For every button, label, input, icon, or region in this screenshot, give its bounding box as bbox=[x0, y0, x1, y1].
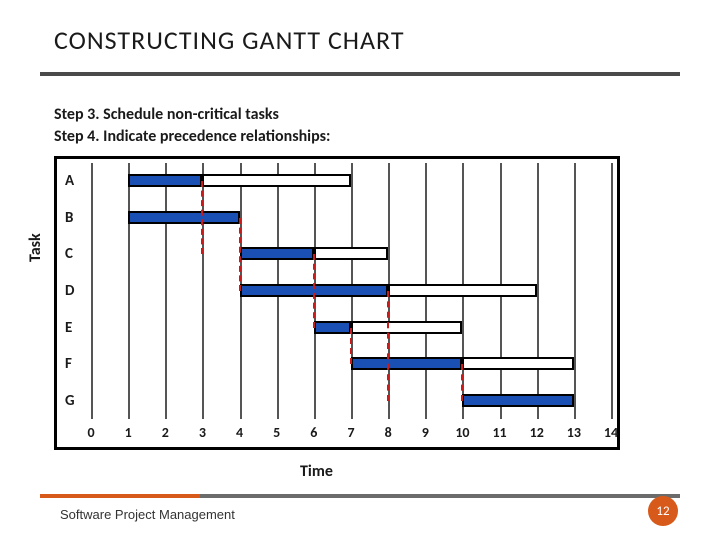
x-tick: 5 bbox=[273, 424, 280, 441]
bar-critical bbox=[240, 247, 314, 260]
gantt-chart: 01234567891011121314ABCDEFG bbox=[54, 156, 620, 450]
x-tick: 7 bbox=[347, 424, 354, 441]
footer-course: Software Project Management bbox=[60, 507, 235, 522]
x-tick: 2 bbox=[162, 424, 169, 441]
task-label: G bbox=[65, 392, 75, 410]
x-tick: 3 bbox=[199, 424, 206, 441]
step-4: Step 4. Indicate precedence relationship… bbox=[54, 126, 330, 148]
gridline bbox=[537, 163, 539, 419]
dependency-line bbox=[461, 364, 463, 401]
task-label: F bbox=[65, 355, 72, 373]
bar-critical bbox=[462, 394, 573, 407]
x-tick: 4 bbox=[236, 424, 243, 441]
bar-slack bbox=[314, 247, 388, 260]
task-label: D bbox=[65, 282, 74, 300]
dependency-line bbox=[387, 291, 389, 401]
dependency-line bbox=[313, 254, 315, 327]
title-divider bbox=[40, 72, 680, 76]
page-title: CONSTRUCTING GANTT CHART bbox=[54, 24, 405, 56]
x-tick: 10 bbox=[455, 424, 469, 441]
bar-slack bbox=[202, 174, 351, 187]
x-tick: 13 bbox=[567, 424, 581, 441]
x-tick: 11 bbox=[492, 424, 506, 441]
bar-slack bbox=[351, 321, 462, 334]
x-tick: 0 bbox=[87, 424, 94, 441]
x-tick: 6 bbox=[310, 424, 317, 441]
y-axis-label: Task bbox=[26, 233, 45, 262]
dependency-line bbox=[350, 328, 352, 365]
x-axis-label: Time bbox=[300, 462, 333, 481]
bar-critical bbox=[128, 174, 202, 187]
x-tick: 14 bbox=[604, 424, 618, 441]
bar-critical bbox=[314, 321, 351, 334]
x-tick: 12 bbox=[530, 424, 544, 441]
gridline bbox=[91, 163, 93, 419]
x-tick: 8 bbox=[385, 424, 392, 441]
bar-slack bbox=[462, 357, 573, 370]
x-tick: 1 bbox=[125, 424, 132, 441]
bar-critical bbox=[128, 211, 239, 224]
dependency-line bbox=[201, 181, 203, 254]
gridline bbox=[611, 163, 613, 419]
task-label: B bbox=[65, 209, 73, 227]
gridline bbox=[165, 163, 167, 419]
task-label: E bbox=[65, 319, 72, 337]
bar-slack bbox=[388, 284, 537, 297]
task-label: C bbox=[65, 245, 73, 263]
gridline bbox=[574, 163, 576, 419]
page-number-badge: 12 bbox=[648, 496, 678, 526]
step-3: Step 3. Schedule non-critical tasks bbox=[54, 104, 330, 126]
x-tick: 9 bbox=[422, 424, 429, 441]
task-label: A bbox=[65, 172, 74, 190]
bar-critical bbox=[351, 357, 462, 370]
gridline bbox=[128, 163, 130, 419]
dependency-line bbox=[239, 218, 241, 291]
step-list: Step 3. Schedule non-critical tasks Step… bbox=[54, 104, 330, 147]
footer-divider bbox=[40, 494, 680, 498]
